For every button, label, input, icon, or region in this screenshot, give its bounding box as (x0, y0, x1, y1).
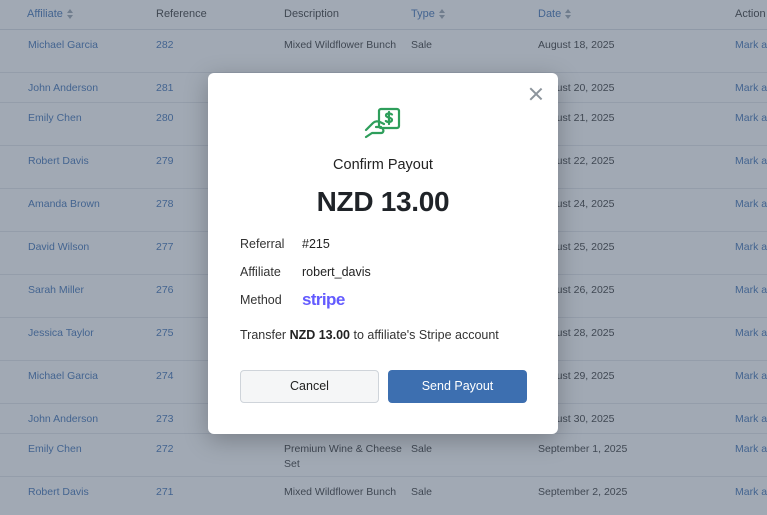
method-label: Method (240, 293, 282, 307)
referral-value: #215 (302, 237, 330, 251)
affiliate-row: Affiliate robert_davis (240, 265, 371, 279)
referral-label: Referral (240, 237, 285, 251)
stripe-logo-text: stripe (302, 290, 345, 309)
affiliate-value: robert_davis (302, 265, 371, 279)
cancel-button[interactable]: Cancel (240, 370, 379, 403)
send-payout-button[interactable]: Send Payout (388, 370, 527, 403)
note-amount: NZD 13.00 (289, 328, 351, 342)
modal-title: Confirm Payout (333, 157, 433, 173)
payout-amount: NZD 13.00 (316, 186, 450, 217)
referral-row: Referral #215 (240, 237, 330, 251)
method-row: Method (240, 293, 302, 307)
note-suffix: to affiliate's Stripe account (350, 328, 499, 342)
note-prefix: Transfer (240, 328, 290, 342)
close-icon[interactable] (529, 87, 543, 101)
transfer-note: Transfer NZD 13.00 to affiliate's Stripe… (240, 328, 499, 342)
affiliate-label: Affiliate (240, 265, 281, 279)
confirm-payout-dialog: Confirm Payout NZD 13.00 Referral #215 Af… (208, 73, 558, 434)
hand-money-icon (364, 107, 401, 139)
stripe-logo: stripe (302, 290, 345, 309)
